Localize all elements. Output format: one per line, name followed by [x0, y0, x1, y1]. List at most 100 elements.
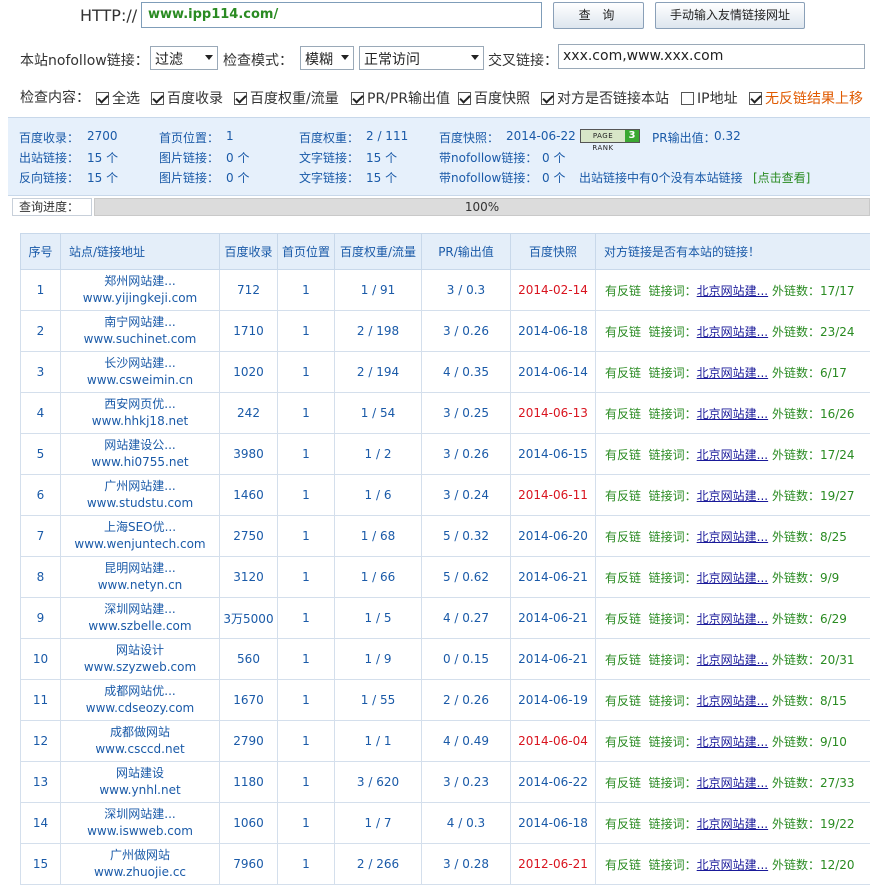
mode-select[interactable]: 模糊: [300, 46, 354, 70]
keyword-link[interactable]: 北京网站建...: [697, 407, 768, 421]
backlink-cell: 有反链 链接词：北京网站建... 外链数：23/24: [596, 311, 870, 352]
checkbox-checked-icon[interactable]: [96, 92, 109, 105]
site-name[interactable]: 南宁网站建...: [61, 314, 219, 331]
checkbox-select-all[interactable]: 全选: [96, 88, 140, 108]
access-select[interactable]: 正常访问: [359, 46, 484, 70]
outlinks-value: 27/33: [820, 776, 855, 790]
out-links-label: 出站链接：: [19, 149, 79, 166]
keyword-link[interactable]: 北京网站建...: [697, 530, 768, 544]
backlink-status: 有反链: [605, 284, 641, 298]
view-link[interactable]: [点击查看]: [753, 169, 810, 186]
query-button[interactable]: 查 询: [553, 2, 644, 29]
checkbox-checked-icon[interactable]: [234, 92, 247, 105]
site-name[interactable]: 成都做网站: [61, 724, 219, 741]
site-domain[interactable]: www.wenjuntech.com: [61, 536, 219, 553]
keyword-link[interactable]: 北京网站建...: [697, 612, 768, 626]
keyword-link[interactable]: 北京网站建...: [697, 571, 768, 585]
chevron-down-icon: [205, 55, 213, 60]
site-domain[interactable]: www.yijingkeji.com: [61, 290, 219, 307]
keyword-link[interactable]: 北京网站建...: [697, 366, 768, 380]
checkbox-snapshot[interactable]: 百度快照: [458, 88, 530, 108]
nofollow-links-value: 0 个: [542, 149, 565, 166]
backlink-status: 有反链: [605, 653, 641, 667]
site-domain[interactable]: www.csweimin.cn: [61, 372, 219, 389]
site-cell: 上海SEO优...www.wenjuntech.com: [61, 516, 220, 557]
keyword-link[interactable]: 北京网站建...: [697, 489, 768, 503]
site-domain[interactable]: www.suchinet.com: [61, 331, 219, 348]
checkbox-checked-icon[interactable]: [541, 92, 554, 105]
outlinks-value: 17/24: [820, 448, 855, 462]
site-name[interactable]: 广州做网站: [61, 847, 219, 864]
keyword-link[interactable]: 北京网站建...: [697, 776, 768, 790]
site-domain[interactable]: www.szyzweb.com: [61, 659, 219, 676]
snapshot-cell: 2014-06-21: [511, 598, 596, 639]
site-name[interactable]: 成都网站优...: [61, 683, 219, 700]
site-domain[interactable]: www.iswweb.com: [61, 823, 219, 840]
site-domain[interactable]: www.szbelle.com: [61, 618, 219, 635]
checkbox-checked-icon[interactable]: [749, 92, 762, 105]
pr-out-label: PR输出值：: [652, 129, 716, 146]
site-domain[interactable]: www.cdseozy.com: [61, 700, 219, 717]
keyword-link[interactable]: 北京网站建...: [697, 817, 768, 831]
outlinks-label: 外链数：: [772, 284, 820, 298]
keyword-link[interactable]: 北京网站建...: [697, 325, 768, 339]
manual-input-button[interactable]: 手动输入友情链接网址: [655, 2, 805, 29]
checkbox-checked-icon[interactable]: [151, 92, 164, 105]
keyword-link[interactable]: 北京网站建...: [697, 694, 768, 708]
home-pos-cell: 1: [278, 352, 335, 393]
home-pos-cell: 1: [278, 721, 335, 762]
checkbox-label: 百度权重/流量: [250, 88, 339, 108]
url-input[interactable]: www.ipp114.com/: [141, 2, 542, 28]
table-row: 14深圳网站建...www.iswweb.com106011 / 74 / 0.…: [21, 803, 870, 844]
home-pos-cell: 1: [278, 557, 335, 598]
backlink-status: 有反链: [605, 735, 641, 749]
site-name[interactable]: 昆明网站建...: [61, 560, 219, 577]
site-cell: 广州网站建...www.studstu.com: [61, 475, 220, 516]
site-name[interactable]: 上海SEO优...: [61, 519, 219, 536]
keyword-link[interactable]: 北京网站建...: [697, 448, 768, 462]
site-domain[interactable]: www.zhuojie.cc: [61, 864, 219, 881]
keyword-link[interactable]: 北京网站建...: [697, 653, 768, 667]
site-name[interactable]: 深圳网站建...: [61, 601, 219, 618]
site-name[interactable]: 网站设计: [61, 642, 219, 659]
keyword-label: 链接词：: [649, 612, 697, 626]
site-domain[interactable]: www.hhkj18.net: [61, 413, 219, 430]
baidu-index-cell: 3万5000: [220, 598, 278, 639]
site-domain[interactable]: www.csccd.net: [61, 741, 219, 758]
site-name[interactable]: 深圳网站建...: [61, 806, 219, 823]
site-name[interactable]: 网站建设: [61, 765, 219, 782]
site-cell: 郑州网站建...www.yijingkeji.com: [61, 270, 220, 311]
backlink-cell: 有反链 链接词：北京网站建... 外链数：16/26: [596, 393, 870, 434]
keyword-link[interactable]: 北京网站建...: [697, 858, 768, 872]
img-links2-label: 图片链接：: [159, 169, 219, 186]
keyword-link[interactable]: 北京网站建...: [697, 284, 768, 298]
keyword-link[interactable]: 北京网站建...: [697, 735, 768, 749]
checkbox-unchecked-icon[interactable]: [681, 92, 694, 105]
site-domain[interactable]: www.hi0755.net: [61, 454, 219, 471]
site-name[interactable]: 西安网页优...: [61, 396, 219, 413]
row-no: 8: [21, 557, 61, 598]
site-domain[interactable]: www.ynhl.net: [61, 782, 219, 799]
checkbox-checked-icon[interactable]: [351, 92, 364, 105]
site-domain[interactable]: www.netyn.cn: [61, 577, 219, 594]
checkbox-no-backlink-first[interactable]: 无反链结果上移: [749, 88, 863, 108]
backlink-cell: 有反链 链接词：北京网站建... 外链数：20/31: [596, 639, 870, 680]
snapshot-cell: 2014-06-19: [511, 680, 596, 721]
checkbox-baidu-weight[interactable]: 百度权重/流量: [234, 88, 339, 108]
checkbox-pr[interactable]: PR/PR输出值: [351, 88, 450, 108]
nofollow-select[interactable]: 过滤: [150, 46, 218, 70]
outlinks-label: 外链数：: [772, 612, 820, 626]
checkbox-baidu-index[interactable]: 百度收录: [151, 88, 223, 108]
site-name[interactable]: 广州网站建...: [61, 478, 219, 495]
checkbox-checked-icon[interactable]: [458, 92, 471, 105]
baidu-index-value: 2700: [87, 129, 118, 143]
site-name[interactable]: 郑州网站建...: [61, 273, 219, 290]
weight-cell: 1 / 54: [335, 393, 422, 434]
site-domain[interactable]: www.studstu.com: [61, 495, 219, 512]
table-row: 2南宁网站建...www.suchinet.com171012 / 1983 /…: [21, 311, 870, 352]
checkbox-backlink[interactable]: 对方是否链接本站: [541, 88, 669, 108]
site-name[interactable]: 长沙网站建...: [61, 355, 219, 372]
site-name[interactable]: 网站建设公...: [61, 437, 219, 454]
checkbox-ip[interactable]: IP地址: [681, 88, 738, 108]
cross-link-input[interactable]: xxx.com,www.xxx.com: [558, 44, 865, 69]
